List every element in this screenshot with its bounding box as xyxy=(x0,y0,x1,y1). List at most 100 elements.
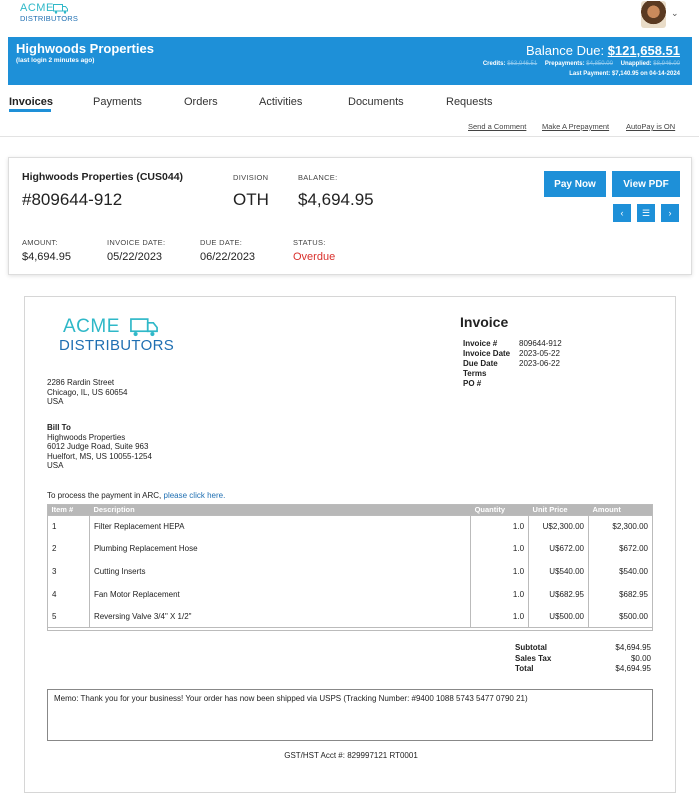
prepayments-value: $4,850.00 xyxy=(586,61,613,67)
credits-label: Credits: xyxy=(482,61,506,67)
item-description: Cutting Inserts xyxy=(88,560,471,583)
table-row: 1 Filter Replacement HEPA 1.0 U$2,300.00… xyxy=(48,515,653,538)
due-date-value: 06/22/2023 xyxy=(200,251,256,263)
active-tab-indicator xyxy=(9,109,51,112)
pay-now-button[interactable]: Pay Now xyxy=(544,171,606,197)
address-line: USA xyxy=(47,397,64,406)
item-quantity: 1.0 xyxy=(470,582,529,606)
tab-payments[interactable]: Payments xyxy=(93,96,142,108)
bill-to: Bill To Highwoods Properties 6012 Judge … xyxy=(47,423,152,471)
table-row: 4 Fan Motor Replacement 1.0 U$682.95 $68… xyxy=(48,582,653,606)
balance-due-label: Balance Due: xyxy=(526,43,605,58)
status-label: STATUS: xyxy=(293,238,326,247)
balance-due-link[interactable]: $121,658.51 xyxy=(608,43,680,58)
item-amount: $682.95 xyxy=(588,582,653,606)
chevron-down-icon[interactable]: ⌄ xyxy=(671,8,679,19)
tab-documents[interactable]: Documents xyxy=(348,96,404,108)
item-description: Filter Replacement HEPA xyxy=(88,515,471,538)
subtotal-label: Subtotal xyxy=(515,643,547,652)
meta-value: 2023-05-22 xyxy=(519,349,560,358)
tab-activities[interactable]: Activities xyxy=(259,96,302,108)
meta-value: 809644-912 xyxy=(519,339,562,348)
item-description: Fan Motor Replacement xyxy=(88,582,471,606)
meta-key: Invoice # xyxy=(463,339,498,348)
item-unit-price: U$500.00 xyxy=(528,605,589,628)
item-amount: $540.00 xyxy=(588,560,653,583)
last-login: (last login 2 minutes ago) xyxy=(16,57,95,64)
meta-key: PO # xyxy=(463,379,482,388)
status-badge: Overdue xyxy=(293,251,336,263)
credits-value: $63,046.51 xyxy=(507,61,538,67)
invoice-date-value: 05/22/2023 xyxy=(107,251,163,263)
column-header: Unit Price xyxy=(528,504,589,515)
list-icon[interactable]: ☰ xyxy=(637,204,655,222)
last-payment: Last Payment: $7,140.95 on 04-14-2024 xyxy=(569,71,680,77)
customer-name: Highwoods Properties xyxy=(16,41,154,56)
meta-value: 2023-06-22 xyxy=(519,359,560,368)
payment-link[interactable]: please click here. xyxy=(164,491,226,500)
invoice-document: ACME DISTRIBUTORS 2286 Rardin Street Chi… xyxy=(24,296,676,793)
bill-to-line: Highwoods Properties xyxy=(47,432,126,442)
table-row: 3 Cutting Inserts 1.0 U$540.00 $540.00 xyxy=(48,560,653,583)
item-unit-price: U$672.00 xyxy=(528,537,589,561)
tab-requests[interactable]: Requests xyxy=(446,96,492,108)
view-pdf-button[interactable]: View PDF xyxy=(612,171,680,197)
item-unit-price: U$682.95 xyxy=(528,582,589,606)
item-quantity: 1.0 xyxy=(470,537,529,561)
account-header: Highwoods Properties (last login 2 minut… xyxy=(8,37,692,85)
credits-row: Credits: $63,046.51 Prepayments: $4,850.… xyxy=(483,61,680,67)
item-amount: $500.00 xyxy=(588,605,653,628)
from-address: 2286 Rardin Street Chicago, IL, US 60654… xyxy=(47,378,128,407)
amount-value: $4,694.95 xyxy=(22,251,71,263)
gst-account: GST/HST Acct #: 829997121 RT0001 xyxy=(284,751,418,760)
division-label: DIVISION xyxy=(233,173,269,182)
total-value: $4,694.95 xyxy=(615,664,651,673)
autopay-link[interactable]: AutoPay is ON xyxy=(626,122,675,131)
unapplied-label: Unapplied: xyxy=(620,61,652,67)
header-divider xyxy=(0,136,699,137)
invoice-date-label: INVOICE DATE: xyxy=(107,238,166,247)
item-unit-price: U$2,300.00 xyxy=(528,515,589,538)
invoice-meta: Invoice # 809644-912 Invoice Date 2023-05-… xyxy=(463,339,562,389)
item-quantity: 1.0 xyxy=(470,515,529,538)
item-quantity: 1.0 xyxy=(470,605,529,628)
document-title: Invoice xyxy=(460,314,509,330)
bill-to-line: USA xyxy=(47,461,64,470)
make-prepayment-link[interactable]: Make A Prepayment xyxy=(542,122,609,131)
item-number: 3 xyxy=(52,566,57,576)
item-amount: $672.00 xyxy=(588,537,653,561)
payment-message: To process the payment in ARC, please cl… xyxy=(47,491,225,500)
item-number: 4 xyxy=(52,589,57,599)
invoice-summary-card: Highwoods Properties (CUS044) #809644-91… xyxy=(8,157,692,275)
due-date-label: DUE DATE: xyxy=(200,238,243,247)
document-logo: ACME DISTRIBUTORS xyxy=(59,317,174,355)
item-description: Plumbing Replacement Hose xyxy=(88,537,471,561)
totals-block: Subtotal $4,694.95 Sales Tax $0.00 Total $4… xyxy=(515,643,651,675)
meta-key: Terms xyxy=(463,369,487,378)
logo-line1: ACME xyxy=(20,2,54,14)
tab-invoices[interactable]: Invoices xyxy=(9,96,53,108)
logo-line2: DISTRIBUTORS xyxy=(20,14,79,23)
user-avatar[interactable] xyxy=(641,1,666,28)
invoice-number: #809644-912 xyxy=(22,190,123,209)
line-items-table: Item # Description Quantity Unit Price A… xyxy=(47,504,653,628)
table-row: 5 Reversing Valve 3/4" X 1/2" 1.0 U$500.… xyxy=(48,605,653,628)
truck-icon xyxy=(130,318,158,337)
payment-message-text: To process the payment in ARC, xyxy=(47,491,164,500)
tax-value: $0.00 xyxy=(630,653,651,663)
tab-orders[interactable]: Orders xyxy=(184,96,218,108)
meta-key: Due Date xyxy=(463,359,498,368)
next-invoice-button[interactable]: › xyxy=(661,204,679,222)
item-number: 1 xyxy=(52,522,57,532)
send-comment-link[interactable]: Send a Comment xyxy=(468,122,526,131)
item-quantity: 1.0 xyxy=(470,560,529,583)
meta-key: Invoice Date xyxy=(463,349,511,358)
prepayments-label: Prepayments: xyxy=(544,61,585,67)
column-header: Item # xyxy=(47,504,90,515)
acme-logo[interactable]: ACME DISTRIBUTORS xyxy=(20,3,80,29)
prev-invoice-button[interactable]: ‹ xyxy=(613,204,631,222)
item-unit-price: U$540.00 xyxy=(528,560,589,583)
unapplied-value: $8,946.00 xyxy=(653,61,680,67)
column-header: Quantity xyxy=(470,504,529,515)
balance-value: $4,694.95 xyxy=(298,190,374,209)
